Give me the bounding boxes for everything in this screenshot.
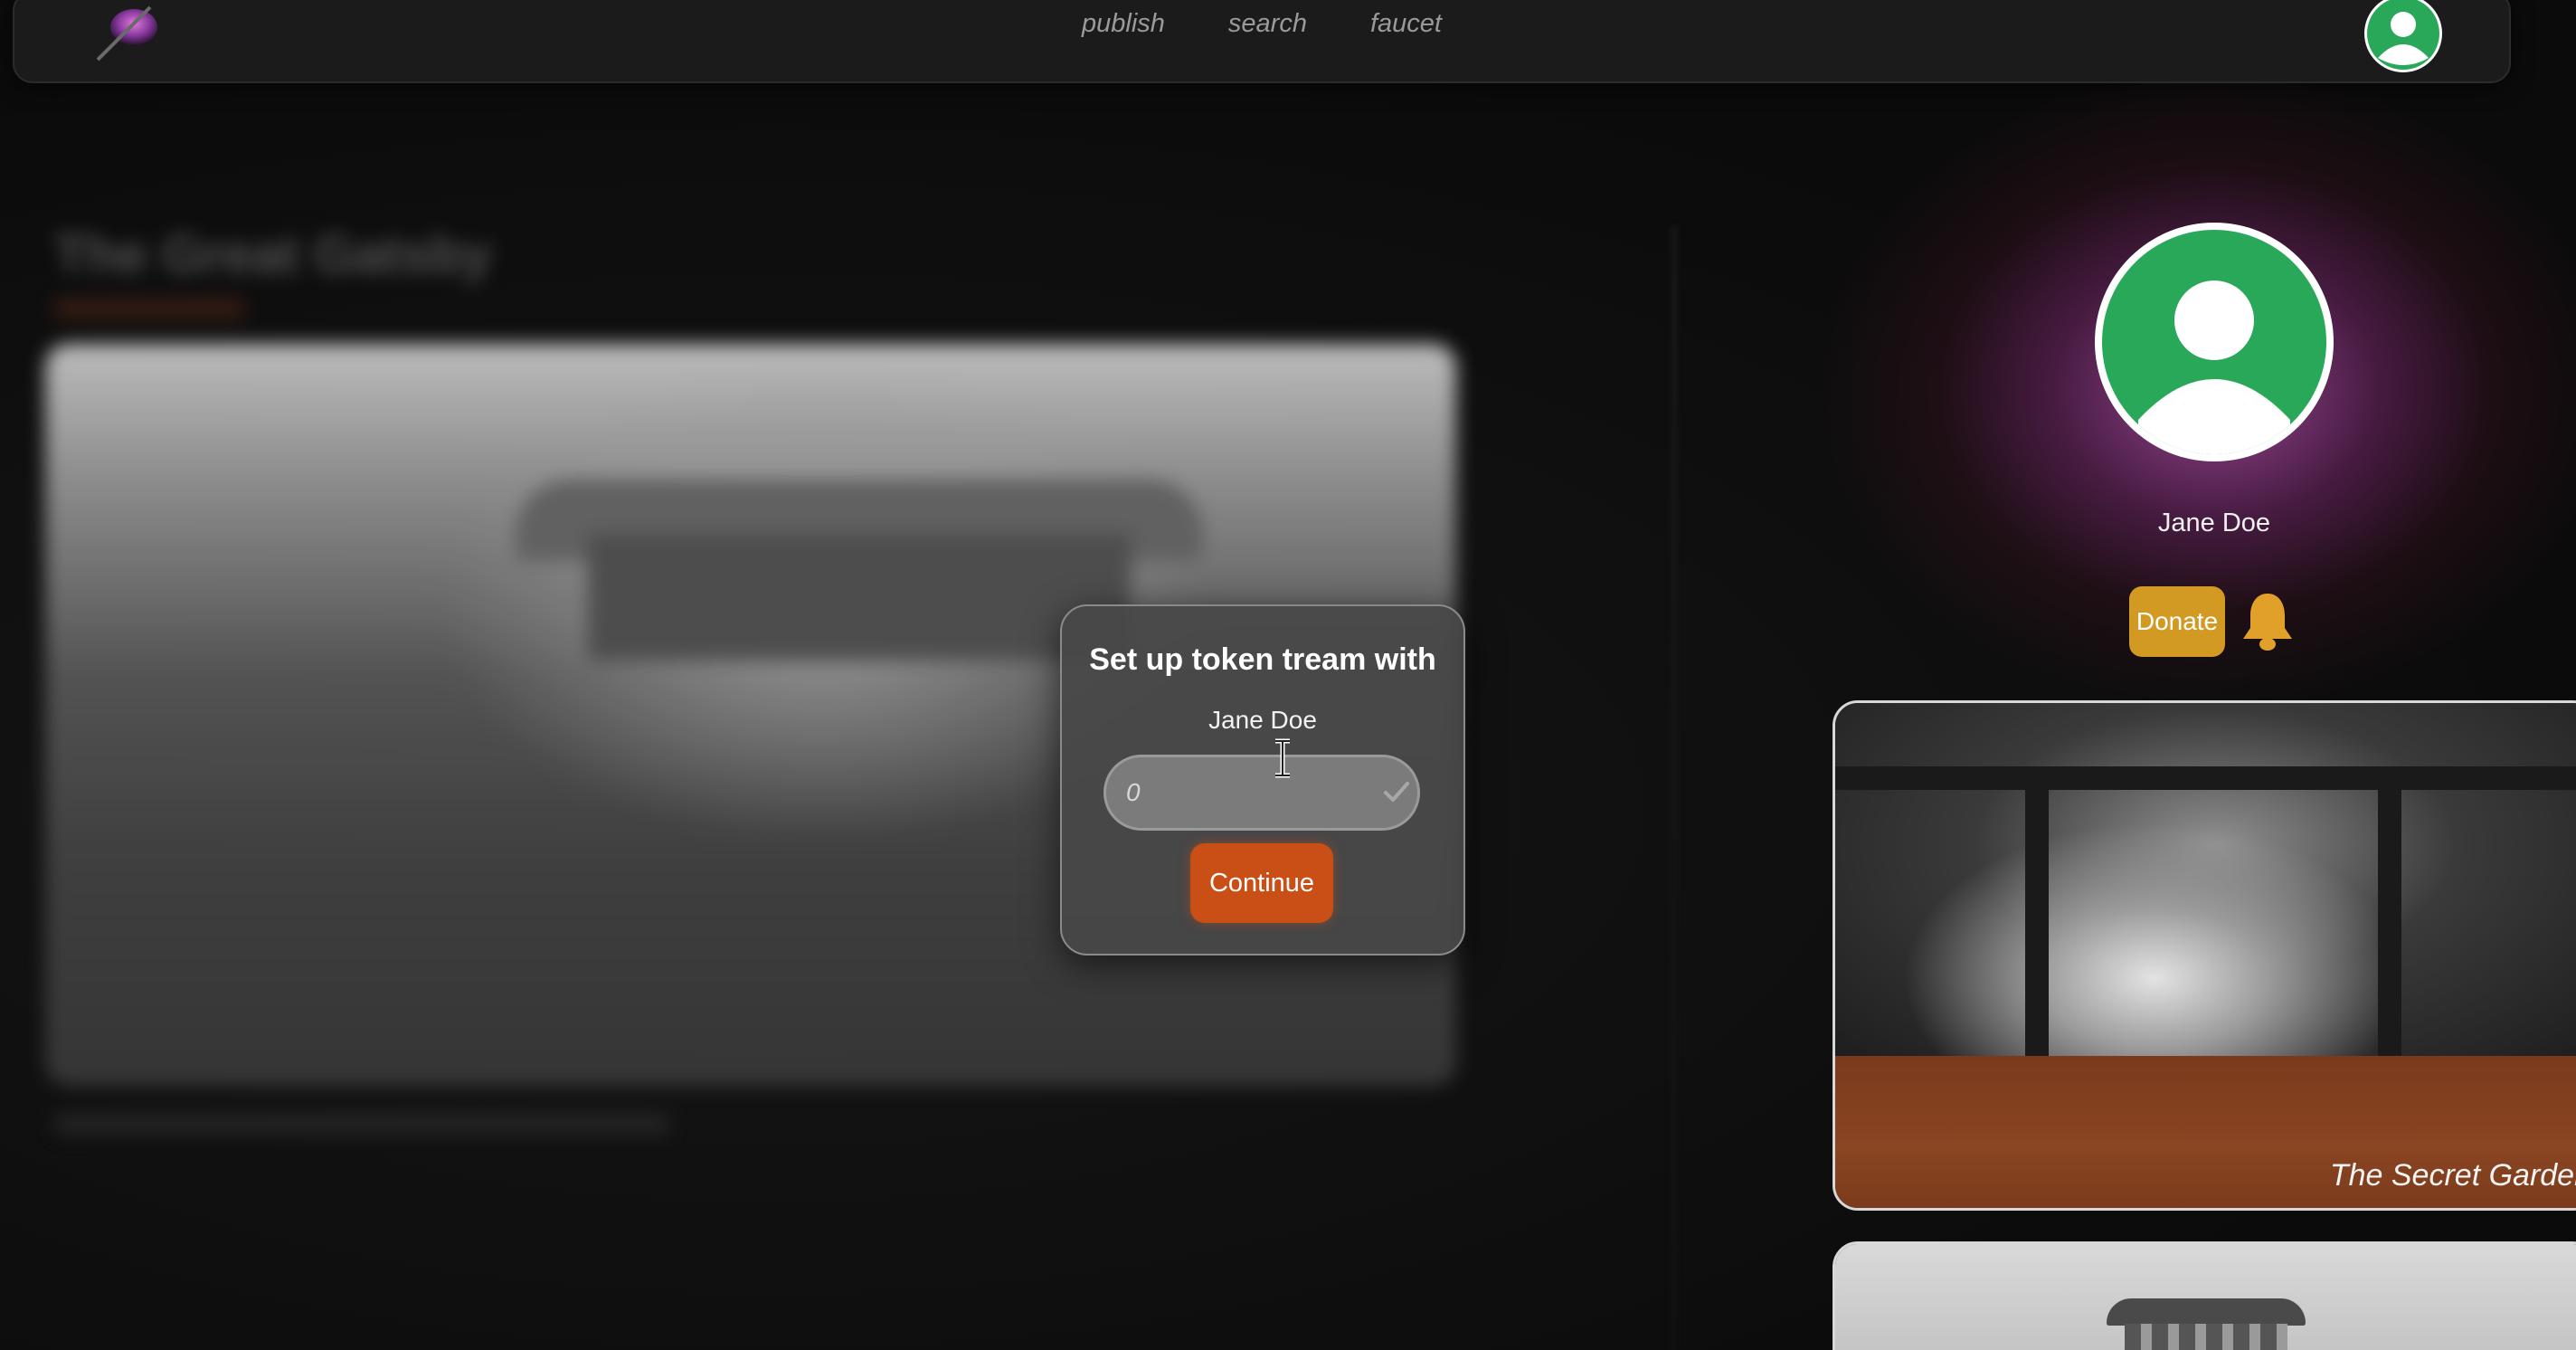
story-card[interactable]: The Secret Garden — [1833, 700, 2576, 1211]
profile-avatar-inner — [2102, 230, 2326, 454]
nav-publish-link[interactable]: publish — [1082, 9, 1165, 39]
bell-icon[interactable] — [2240, 590, 2296, 653]
quill-logo-icon[interactable] — [87, 0, 168, 63]
donate-button[interactable]: Donate — [2129, 586, 2225, 657]
app-page: publish search faucet The Great Gatsby J… — [0, 0, 2576, 1350]
profile-name: Jane Doe — [2157, 509, 2271, 537]
pergola-beam — [1835, 766, 2576, 790]
post-image-house — [588, 534, 1131, 661]
user-avatar-button[interactable] — [2364, 0, 2442, 72]
token-amount-input[interactable] — [1103, 755, 1420, 831]
nav-search-link[interactable]: search — [1228, 9, 1307, 39]
gazebo-roof — [2107, 1298, 2306, 1326]
story-card-photo — [1835, 1244, 2576, 1350]
post-meta-bar — [54, 299, 244, 318]
check-icon — [1384, 782, 1409, 802]
modal-recipient-name: Jane Doe — [1208, 706, 1317, 734]
story-card-label-band: The Secret Garden — [1835, 1056, 2576, 1208]
story-card-title: The Secret Garden — [2329, 1158, 2576, 1193]
story-card-photo — [1835, 703, 2576, 1056]
column-divider — [1672, 226, 1677, 1350]
nav-links: publish search faucet — [1082, 9, 1442, 39]
token-stream-modal: Set up token tream with Jane Doe Continu… — [1060, 604, 1465, 955]
modal-title: Set up token tream with — [1089, 642, 1436, 677]
pergola-post-left — [2025, 784, 2049, 1056]
pergola-post-right — [2378, 784, 2401, 1056]
text-cursor-icon — [1275, 738, 1290, 778]
nav-faucet-link[interactable]: faucet — [1370, 9, 1442, 39]
user-avatar-icon — [2367, 0, 2439, 70]
profile-avatar — [2095, 223, 2334, 461]
post-title: The Great Gatsby — [54, 225, 492, 284]
person-icon — [2138, 280, 2290, 454]
gazebo-body — [2125, 1324, 2287, 1350]
story-card[interactable] — [1833, 1241, 2576, 1350]
post-caption-bar — [54, 1113, 669, 1135]
continue-button[interactable]: Continue — [1190, 843, 1333, 923]
